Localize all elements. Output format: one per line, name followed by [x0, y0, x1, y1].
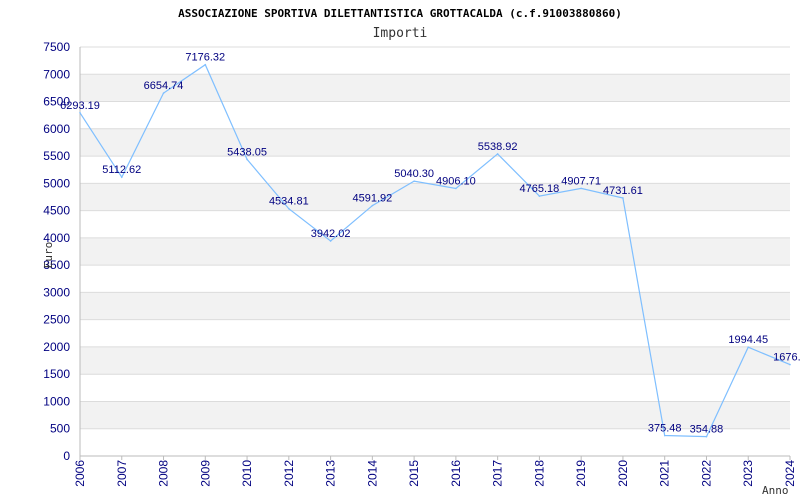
x-tick-label: 2018 — [532, 460, 546, 487]
x-axis-ticks: 2006 2007 2008 2009 2010 2012 2013 2014 2015 2016… — [73, 456, 797, 487]
x-tick-label: 2016 — [449, 460, 463, 487]
grid-bands — [80, 74, 790, 429]
data-label: 4765.18 — [520, 183, 560, 195]
data-label: 3942.02 — [311, 228, 351, 240]
data-point — [329, 240, 332, 242]
data-point — [705, 435, 708, 438]
data-label: 4907.71 — [561, 175, 601, 187]
grid-band — [80, 128, 790, 157]
y-tick-label: 7000 — [43, 67, 70, 81]
y-tick-label: 0 — [63, 449, 70, 463]
data-label: 1676.7 — [773, 352, 800, 364]
grid-band — [80, 292, 790, 320]
y-tick-label: 1000 — [43, 394, 70, 408]
x-tick-label: 2021 — [658, 460, 672, 487]
y-tick-label: 500 — [50, 422, 70, 436]
data-point — [538, 195, 541, 197]
y-tick-label: 2500 — [43, 313, 70, 327]
data-label: 6293.19 — [60, 100, 100, 112]
data-label: 1994.45 — [728, 334, 768, 346]
y-axis-label: Euro — [42, 242, 55, 269]
chart-subtitle: Importi — [373, 26, 428, 41]
chart-title: ASSOCIAZIONE SPORTIVA DILETTANTISTICA GR… — [178, 7, 622, 20]
y-tick-label: 3000 — [43, 285, 70, 299]
data-label: 4906.10 — [436, 175, 476, 187]
data-point — [162, 92, 165, 94]
x-tick-label: 2012 — [282, 460, 296, 487]
y-tick-label: 4500 — [43, 204, 70, 218]
x-tick-label: 2023 — [741, 460, 755, 487]
x-tick-label: 2006 — [73, 460, 87, 487]
data-label: 7176.32 — [185, 52, 225, 64]
grid-band — [80, 74, 790, 102]
x-tick-label: 2008 — [157, 460, 171, 487]
data-point — [747, 346, 750, 349]
data-label: 5538.92 — [478, 141, 518, 153]
y-tick-label: 5500 — [43, 149, 70, 163]
data-point — [496, 153, 499, 155]
x-tick-label: 2010 — [240, 460, 254, 487]
data-point — [120, 176, 123, 178]
data-point — [622, 197, 624, 199]
x-tick-label: 2024 — [783, 460, 797, 487]
x-tick-label: 2022 — [699, 460, 713, 487]
data-label: 5040.30 — [394, 168, 434, 180]
data-label: 4591.92 — [352, 193, 392, 205]
y-tick-label: 6000 — [43, 122, 70, 136]
data-point — [580, 187, 582, 190]
data-label: 5438.05 — [227, 146, 267, 158]
x-axis-label: Anno — [762, 484, 789, 497]
grid-band — [80, 346, 790, 375]
data-label: 375.48 — [648, 423, 682, 435]
data-point — [371, 204, 374, 207]
data-label: 5112.62 — [102, 164, 141, 176]
y-tick-label: 5000 — [43, 176, 70, 190]
x-tick-label: 2017 — [491, 460, 505, 487]
data-point — [413, 180, 415, 182]
data-label: 354.88 — [690, 424, 724, 436]
grid-band — [80, 401, 790, 429]
data-point — [246, 158, 248, 161]
data-label: 6654.74 — [144, 80, 184, 92]
data-point — [79, 112, 81, 114]
x-tick-label: 2009 — [198, 460, 212, 487]
x-tick-label: 2019 — [574, 460, 588, 487]
x-tick-label: 2014 — [365, 460, 379, 487]
data-point — [204, 63, 207, 66]
data-point — [455, 187, 457, 190]
grid-band — [80, 237, 790, 266]
x-tick-label: 2007 — [115, 460, 129, 487]
y-tick-label: 1500 — [43, 367, 70, 381]
x-tick-label: 2013 — [324, 460, 338, 487]
data-point — [663, 434, 666, 437]
x-tick-label: 2015 — [407, 460, 421, 487]
y-tick-label: 2000 — [43, 340, 70, 354]
data-point — [789, 363, 791, 366]
line-chart: ASSOCIAZIONE SPORTIVA DILETTANTISTICA GR… — [42, 7, 800, 497]
y-tick-label: 7500 — [43, 40, 70, 54]
data-label: 4731.61 — [603, 185, 643, 197]
data-label: 4534.81 — [269, 196, 309, 208]
x-tick-label: 2020 — [616, 460, 630, 487]
data-point — [288, 207, 290, 210]
